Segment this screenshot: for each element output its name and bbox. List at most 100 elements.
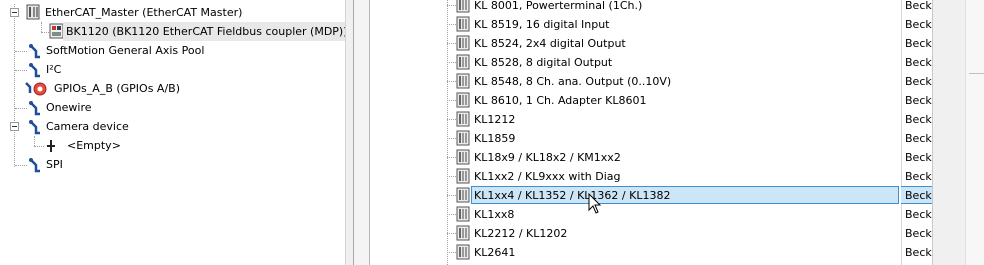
module-vendor: Beckh [905,0,932,12]
tree-line [447,157,456,158]
tree-line [447,62,456,63]
tree-line [447,214,456,215]
module-vendor: Beckh [905,75,932,88]
tree-line [15,70,27,71]
module-vendor: Beckh [905,132,932,145]
mouse-pointer-icon [588,193,602,214]
terminal-module-icon [456,244,470,260]
module-vendor: Beckh [905,246,932,259]
module-list-item[interactable]: KL 8610, 1 Ch. Adapter KL8601 Beckh [370,91,932,110]
tree-line [447,43,456,44]
device-tree-pane: EtherCAT_Master (EtherCAT Master) BK1120… [0,0,345,265]
collapse-toggle-ethercat-master[interactable] [10,8,19,17]
module-list-item[interactable]: KL 8528, 8 digital Output Beckh [370,53,932,72]
tree-node-label: <Empty> [67,139,121,152]
terminal-module-icon [456,168,470,184]
tree-line [15,51,27,52]
module-list-item[interactable]: KL 8548, 8 Ch. ana. Output (0..10V) Beckh [370,72,932,91]
terminal-module-icon [456,0,470,13]
terminal-module-icon [456,130,470,146]
module-name: KL2641 [474,246,516,259]
device-icon [29,158,40,173]
device-icon [29,101,40,116]
module-list-item[interactable]: KL 8524, 2x4 digital Output Beckh [370,34,932,53]
tree-line [447,233,456,234]
tree-line [15,108,27,109]
module-list-item[interactable]: KL18x9 / KL18x2 / KM1xx2 Beckh [370,148,932,167]
tree-line [447,252,456,253]
tree-line [34,146,44,147]
tree-line [41,22,42,32]
tree-node-label: SPI [46,158,63,171]
device-icon [29,120,40,135]
module-list-item[interactable]: KL1xx2 / KL9xxx with Diag Beckh [370,167,932,186]
module-name: KL 8519, 16 digital Input [474,18,610,31]
module-list-item[interactable]: KL1xx4 / KL1352 / KL1362 / KL1382 Beckh [370,186,932,205]
module-vendor: Beckh [905,227,932,240]
divider [969,73,984,74]
module-vendor: Beckh [905,37,932,50]
right-edge-panel [932,0,984,265]
module-vendor: Beckh [905,151,932,164]
module-vendor: Beckh [905,94,932,107]
module-vendor: Beckh [905,208,932,221]
terminal-module-icon [456,54,470,70]
terminal-module-icon [456,16,470,32]
tree-node-label: Onewire [46,101,92,114]
collapse-toggle-camera-device[interactable] [10,122,19,131]
tree-line [447,176,456,177]
module-name: KL 8548, 8 Ch. ana. Output (0..10V) [474,75,672,88]
module-name: KL1xx4 / KL1352 / KL1362 / KL1382 [474,189,671,202]
terminal-module-icon [456,111,470,127]
tree-node-label: BK1120 (BK1120 EtherCAT Fieldbus coupler… [63,22,345,41]
terminal-module-icon [456,35,470,51]
empty-slot-icon [47,140,55,152]
tree-line [447,5,456,6]
dialog-margin [354,0,370,265]
module-list-item[interactable]: KL1212 Beckh [370,110,932,129]
module-list: KL 8001, Powerterminal (1Ch.) Beckh KL 851… [370,0,932,265]
module-name: KL1xx8 [474,208,515,221]
tree-line [34,136,35,146]
terminal-module-icon [456,73,470,89]
module-vendor: Beckh [905,113,932,126]
module-name: KL 8528, 8 digital Output [474,56,613,69]
tree-node-label: EtherCAT_Master (EtherCAT Master) [45,6,243,19]
module-name: KL 8001, Powerterminal (1Ch.) [474,0,643,12]
terminal-module-icon [456,225,470,241]
module-list-item[interactable]: KL 8519, 16 digital Input Beckh [370,15,932,34]
gpio-icon [25,82,47,96]
tree-line [447,195,456,196]
ethercat-master-icon [26,4,40,20]
pane-splitter[interactable] [345,0,354,265]
module-list-item[interactable]: KL2212 / KL1202 Beckh [370,224,932,243]
module-name: KL1212 [474,113,516,126]
module-list-item[interactable]: KL1xx8 Beckh [370,205,932,224]
module-name: KL 8524, 2x4 digital Output [474,37,626,50]
tree-node-label: Camera device [46,120,129,133]
module-name: KL1859 [474,132,516,145]
terminal-module-icon [456,206,470,222]
tree-line [447,81,456,82]
module-name: KL2212 / KL1202 [474,227,568,240]
tree-node-label: I²C [46,63,62,76]
module-name: KL 8610, 1 Ch. Adapter KL8601 [474,94,647,107]
tree-line [15,165,27,166]
terminal-module-icon [456,149,470,165]
vertical-scrollbar[interactable] [965,0,984,265]
terminal-module-icon [456,92,470,108]
module-vendor: Beckh [905,56,932,69]
module-name: KL1xx2 / KL9xxx with Diag [474,170,621,183]
tree-line [447,138,456,139]
device-icon [29,44,40,59]
tree-node-label: SoftMotion General Axis Pool [46,44,205,57]
module-list-item[interactable]: KL1859 Beckh [370,129,932,148]
tree-line [14,4,15,167]
tree-node-label: GPIOs_A_B (GPIOs A/B) [54,82,181,95]
tree-line [447,119,456,120]
module-list-item[interactable]: KL 8001, Powerterminal (1Ch.) Beckh [370,0,932,15]
module-list-item[interactable]: KL2641 Beckh [370,243,932,262]
tree-line [447,100,456,101]
tree-line [447,24,456,25]
terminal-module-icon [456,187,470,203]
